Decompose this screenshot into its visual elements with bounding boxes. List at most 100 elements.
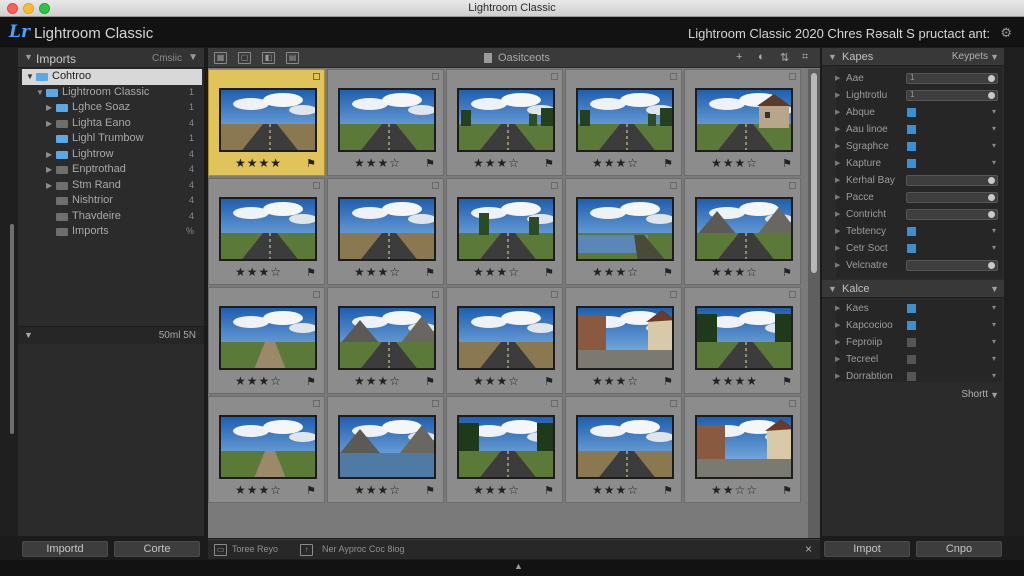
badge-icon[interactable]: [670, 182, 677, 189]
keyword-value-field[interactable]: [906, 192, 998, 203]
star-rating[interactable]: ★★★☆: [354, 156, 401, 170]
photo-thumbnail[interactable]: [338, 197, 436, 261]
tree-item[interactable]: Lighl Trumbow 1: [22, 131, 202, 147]
star-rating[interactable]: ★★★★: [235, 156, 282, 170]
dropdown-caret-icon[interactable]: ▾: [992, 243, 996, 252]
color-swatch-icon[interactable]: [907, 355, 916, 364]
tree-item[interactable]: ▶ Lighta Eano 4: [22, 116, 202, 132]
slider-knob-icon[interactable]: [988, 194, 995, 201]
color-swatch-icon[interactable]: [907, 244, 916, 253]
color-swatch-icon[interactable]: [907, 125, 916, 134]
keyword-row[interactable]: ▶ Kapcocioo ▾: [822, 317, 1004, 334]
slider-knob-icon[interactable]: [988, 177, 995, 184]
flag-icon[interactable]: ⚑: [306, 157, 316, 170]
photo-thumbnail[interactable]: [457, 197, 555, 261]
badge-icon[interactable]: [551, 182, 558, 189]
dropdown-caret-icon[interactable]: ▾: [992, 320, 996, 329]
dropdown-caret-icon[interactable]: ▾: [992, 303, 996, 312]
keyword-row[interactable]: ▶ Aae 1: [822, 70, 1004, 87]
keyword-value-field[interactable]: 1: [906, 90, 998, 101]
photo-thumbnail[interactable]: [576, 415, 674, 479]
close-icon[interactable]: ×: [805, 542, 812, 556]
sort-direction-icon[interactable]: ↑: [300, 544, 313, 556]
expand-right-icon[interactable]: ▶: [835, 372, 840, 380]
keyword-row[interactable]: ▶ Aau linoe ▾: [822, 121, 1004, 138]
tree-item[interactable]: Nishtrior 4: [22, 193, 202, 209]
expand-right-icon[interactable]: ▶: [835, 159, 840, 167]
badge-icon[interactable]: [551, 291, 558, 298]
flag-icon[interactable]: ⚑: [544, 375, 554, 388]
expand-right-icon[interactable]: ▶: [835, 193, 840, 201]
color-swatch-icon[interactable]: [907, 304, 916, 313]
thumbnail-cell[interactable]: ★★★☆ ⚑: [446, 178, 563, 285]
star-rating[interactable]: ★★★☆: [592, 265, 639, 279]
photo-thumbnail[interactable]: [695, 306, 793, 370]
panel-menu-caret-icon[interactable]: ▼: [990, 52, 999, 62]
keyword-row[interactable]: ▶ Contricht: [822, 206, 1004, 223]
color-swatch-icon[interactable]: [907, 108, 916, 117]
keyword-row[interactable]: ▶ Feproiip ▾: [822, 334, 1004, 351]
star-rating[interactable]: ★★★☆: [592, 374, 639, 388]
keyword-row[interactable]: ▶ Lightrotlu 1: [822, 87, 1004, 104]
thumbnail-cell[interactable]: ★★★☆ ⚑: [684, 69, 801, 176]
left-panel-scroll-strip[interactable]: [10, 224, 14, 434]
color-swatch-icon[interactable]: [907, 142, 916, 151]
thumbnail-cell[interactable]: ★★★☆ ⚑: [327, 69, 444, 176]
thumbnail-cell[interactable]: ★★★☆ ⚑: [208, 396, 325, 503]
flag-icon[interactable]: ⚑: [663, 266, 673, 279]
badge-icon[interactable]: [313, 73, 320, 80]
flag-icon[interactable]: ⚑: [782, 484, 792, 497]
expand-right-icon[interactable]: ▶: [46, 100, 52, 115]
dropdown-caret-icon[interactable]: ▾: [992, 158, 996, 167]
expand-right-icon[interactable]: ▶: [835, 142, 840, 150]
thumbnail-cell[interactable]: ★★★☆ ⚑: [684, 178, 801, 285]
tree-item[interactable]: ▼ Cohtroo: [22, 69, 202, 85]
expand-right-icon[interactable]: ▶: [835, 338, 840, 346]
thumbnail-cell[interactable]: ★★★☆ ⚑: [565, 69, 682, 176]
color-swatch-icon[interactable]: [907, 372, 916, 381]
photo-thumbnail[interactable]: [338, 415, 436, 479]
flag-icon[interactable]: ⚑: [782, 266, 792, 279]
keyword-row[interactable]: ▶ Sgraphce ▾: [822, 138, 1004, 155]
photo-thumbnail[interactable]: [219, 306, 317, 370]
thumbnail-cell[interactable]: ★★★☆ ⚑: [446, 287, 563, 394]
left-panel-edge[interactable]: [0, 48, 18, 536]
tree-item[interactable]: ▶ Lghce Soaz 1: [22, 100, 202, 116]
expand-right-icon[interactable]: ▶: [835, 227, 840, 235]
flag-icon[interactable]: ⚑: [544, 266, 554, 279]
star-rating[interactable]: ★★★☆: [235, 265, 282, 279]
photo-thumbnail[interactable]: [576, 197, 674, 261]
thumbnail-cell[interactable]: ★★★☆ ⚑: [565, 287, 682, 394]
section2-header[interactable]: ▼ Kalce ▼: [822, 280, 1004, 298]
star-rating[interactable]: ★★★☆: [354, 483, 401, 497]
expand-right-icon[interactable]: ▶: [835, 321, 840, 329]
dropdown-caret-icon[interactable]: ▾: [992, 226, 996, 235]
star-rating[interactable]: ★★★☆: [473, 483, 520, 497]
badge-icon[interactable]: [551, 73, 558, 80]
photo-thumbnail[interactable]: [219, 197, 317, 261]
thumbnail-cell[interactable]: ★★★☆ ⚑: [327, 287, 444, 394]
flag-icon[interactable]: ⚑: [663, 375, 673, 388]
flag-icon[interactable]: ⚑: [306, 484, 316, 497]
filter-icon[interactable]: ⌗: [802, 51, 808, 64]
slider-knob-icon[interactable]: [988, 75, 995, 82]
badge-icon[interactable]: [670, 73, 677, 80]
color-swatch-icon[interactable]: [907, 227, 916, 236]
expand-down-icon[interactable]: ▼: [26, 69, 34, 84]
slider-knob-icon[interactable]: [988, 92, 995, 99]
star-rating[interactable]: ★★☆☆: [711, 483, 758, 497]
expand-right-icon[interactable]: ▶: [835, 304, 840, 312]
star-rating[interactable]: ★★★☆: [354, 374, 401, 388]
right-panel-edge[interactable]: [1004, 48, 1024, 536]
keywords-panel-right-label[interactable]: Keypets: [952, 51, 988, 62]
keyword-value-field[interactable]: 1: [906, 73, 998, 84]
keyword-row[interactable]: ▶ Abque ▾: [822, 104, 1004, 121]
thumbnail-cell[interactable]: ★★★☆ ⚑: [208, 178, 325, 285]
loupe-view-icon[interactable]: ▢: [238, 52, 251, 64]
flag-icon[interactable]: ⚑: [425, 375, 435, 388]
imports-panel-header[interactable]: ▼ Imports Cmsiic ▼: [18, 48, 204, 68]
photo-thumbnail[interactable]: [695, 197, 793, 261]
grid-scrollbar[interactable]: [808, 69, 820, 538]
star-rating[interactable]: ★★★☆: [354, 265, 401, 279]
star-rating[interactable]: ★★★☆: [235, 483, 282, 497]
